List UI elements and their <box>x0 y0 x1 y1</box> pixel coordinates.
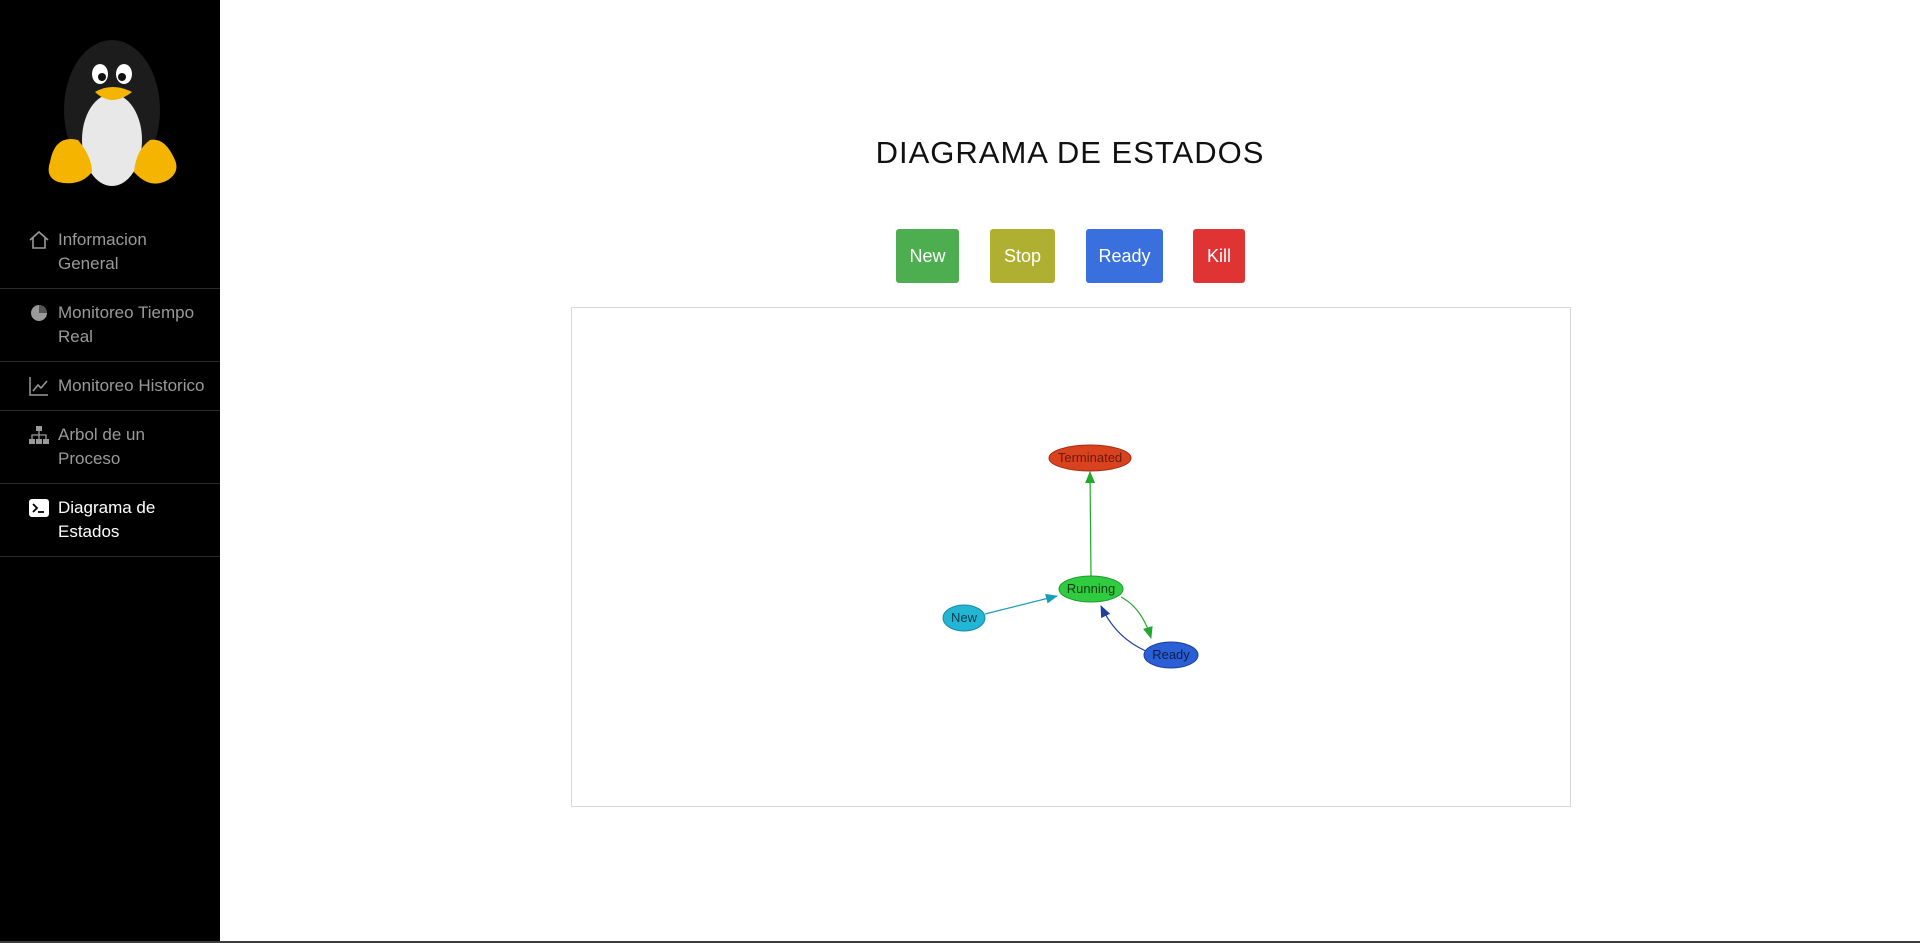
home-icon <box>29 230 49 249</box>
node-terminated-label: Terminated <box>1058 450 1122 465</box>
line-chart-icon <box>29 377 48 396</box>
main-content: DIAGRAMA DE ESTADOS New Stop Ready Kill <box>220 0 1920 943</box>
edge-new-to-running <box>984 593 1058 615</box>
sidebar-item-label: Diagrama de Estados <box>58 498 156 541</box>
state-diagram: Terminated Running New Ready <box>942 444 1199 669</box>
terminal-icon <box>29 499 49 517</box>
kill-button[interactable]: Kill <box>1193 229 1245 283</box>
new-button[interactable]: New <box>896 229 959 283</box>
pie-chart-icon <box>31 305 47 321</box>
sidebar-item-label: Arbol de un Proceso <box>58 425 145 468</box>
sidebar-item-informacion-general[interactable]: Informacion General <box>0 216 220 289</box>
edge-running-to-ready <box>1120 596 1153 639</box>
sidebar-item-arbol-de-un-proceso[interactable]: Arbol de un Proceso <box>0 411 220 484</box>
page-title: DIAGRAMA DE ESTADOS <box>875 135 1265 170</box>
sitemap-icon <box>29 426 49 444</box>
sidebar-item-monitoreo-tiempo-real[interactable]: Monitoreo Tiempo Real <box>0 289 220 362</box>
node-running-label: Running <box>1067 581 1115 596</box>
sidebar: Informacion General Monitoreo Tiempo Rea… <box>0 0 220 943</box>
node-running[interactable]: Running <box>1058 575 1124 603</box>
state-diagram-canvas[interactable]: Terminated Running New Ready <box>571 307 1571 807</box>
tux-penguin-logo <box>48 40 177 186</box>
node-terminated[interactable]: Terminated <box>1048 444 1132 472</box>
node-new[interactable]: New <box>942 604 986 632</box>
node-ready-label: Ready <box>1152 647 1190 662</box>
sidebar-item-label: Monitoreo Tiempo Real <box>58 303 195 346</box>
edge-running-to-terminated <box>1085 471 1096 577</box>
stop-button[interactable]: Stop <box>990 229 1055 283</box>
ready-button[interactable]: Ready <box>1086 229 1163 283</box>
sidebar-item-diagrama-de-estados[interactable]: Diagrama de Estados <box>0 484 220 557</box>
node-ready[interactable]: Ready <box>1143 641 1199 669</box>
sidebar-item-monitoreo-historico[interactable]: Monitoreo Historico <box>0 362 220 411</box>
node-new-label: New <box>951 610 978 625</box>
sidebar-item-label: Informacion General <box>58 230 147 273</box>
sidebar-item-label: Monitoreo Historico <box>58 376 205 395</box>
sidebar-nav: Informacion General Monitoreo Tiempo Rea… <box>0 216 220 557</box>
